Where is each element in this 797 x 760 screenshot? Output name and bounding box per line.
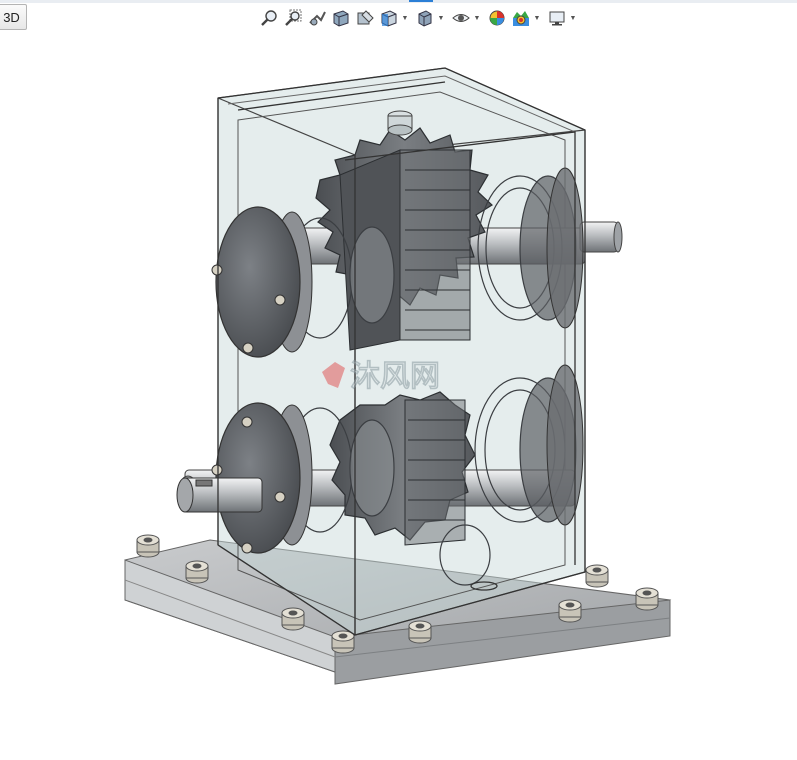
view-orientation-icon[interactable] — [377, 6, 401, 30]
gearbox-assembly-render: 沐风网 — [124, 67, 672, 685]
graphics-viewport[interactable]: 沐风网 — [0, 34, 797, 755]
heads-up-view-toolbar: ▼ ▼ ▼ ▼ ▼ — [257, 6, 581, 30]
apply-scene-icon[interactable] — [509, 6, 533, 30]
chevron-down-icon[interactable]: ▼ — [533, 6, 541, 30]
3d-mode-button[interactable]: 3D — [0, 4, 27, 30]
view-settings-icon[interactable] — [545, 6, 569, 30]
oil-filler-boss — [387, 110, 413, 136]
dynamic-annotation-icon[interactable] — [353, 6, 377, 30]
previous-view-icon[interactable] — [305, 6, 329, 30]
section-view-icon[interactable] — [329, 6, 353, 30]
chevron-down-icon[interactable]: ▼ — [473, 6, 481, 30]
zoom-to-fit-icon[interactable] — [257, 6, 281, 30]
zoom-to-area-icon[interactable] — [281, 6, 305, 30]
active-tool-indicator — [409, 0, 433, 2]
chevron-down-icon[interactable]: ▼ — [437, 6, 445, 30]
watermark-text: 沐风网 — [350, 359, 440, 394]
edit-appearance-icon[interactable] — [485, 6, 509, 30]
hide-show-items-icon[interactable] — [449, 6, 473, 30]
chevron-down-icon[interactable]: ▼ — [569, 6, 577, 30]
window-top-edge — [0, 0, 797, 3]
display-style-icon[interactable] — [413, 6, 437, 30]
chevron-down-icon[interactable]: ▼ — [401, 6, 409, 30]
